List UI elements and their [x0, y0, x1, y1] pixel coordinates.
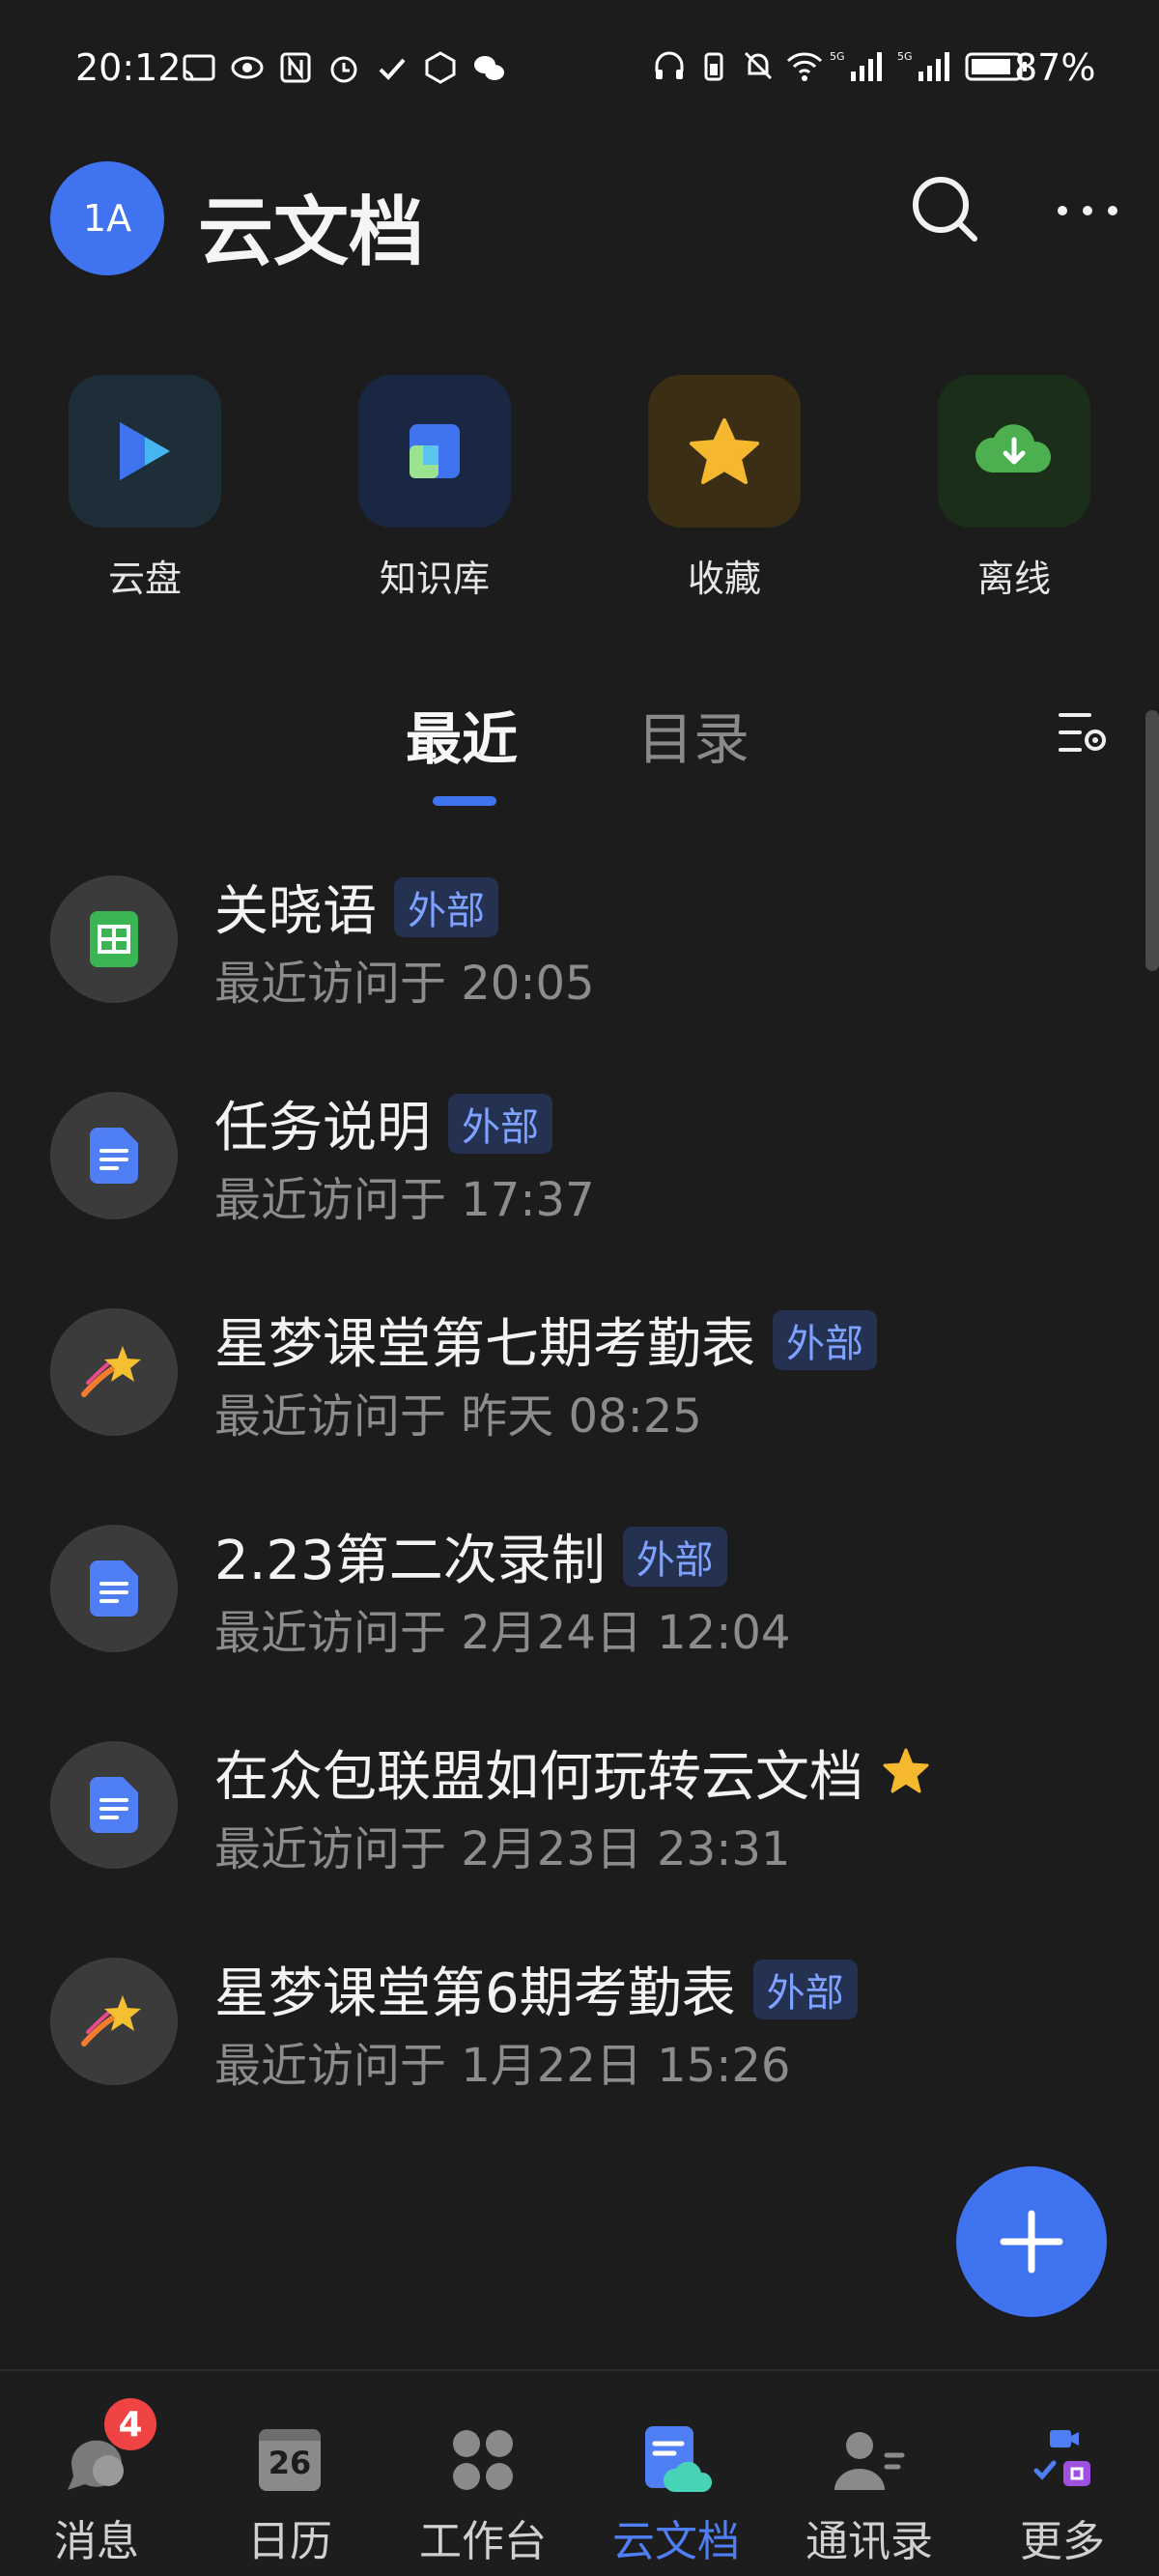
document-row[interactable]: 任务说明 外部 最近访问于 17:37: [0, 1055, 1140, 1272]
headset-battery-icon: [696, 48, 731, 83]
nav-label: 通讯录: [806, 2517, 933, 2566]
doc-icon: [50, 1092, 178, 1219]
nav-label: 消息: [54, 2517, 139, 2566]
starred-icon: [881, 1746, 931, 1800]
doc-icon: [50, 1525, 178, 1652]
document-last-visited: 最近访问于 20:05: [214, 957, 595, 1011]
quick-access-knowledge-base[interactable]: 知识库: [328, 375, 541, 607]
quick-access-label: 收藏: [687, 558, 761, 600]
calendar-icon: 26: [241, 2421, 338, 2499]
eye-icon: [230, 50, 265, 85]
document-title: 星梦课堂第6期考勤表: [214, 1962, 736, 2025]
calendar-day: 26: [268, 2445, 312, 2481]
signal-5g-icon-2: 5G: [897, 48, 955, 83]
filter-settings-icon[interactable]: [1057, 707, 1111, 758]
document-row[interactable]: 星梦课堂第6期考勤表 外部 最近访问于 1月22日 15:26: [0, 1921, 1140, 2137]
nav-label: 日历: [247, 2517, 332, 2566]
nav-messages[interactable]: 4 消息: [0, 2371, 193, 2576]
more-apps-icon: [1014, 2421, 1111, 2499]
active-tab-indicator: [433, 796, 496, 806]
svg-text:5G: 5G: [897, 50, 913, 63]
nav-contacts[interactable]: 通讯录: [773, 2371, 966, 2576]
mute-icon: [741, 48, 776, 83]
document-row[interactable]: 关晓语 外部 最近访问于 20:05: [0, 839, 1140, 1055]
alarm-icon: [326, 50, 361, 85]
status-bar: 20:12 5G 5G 87%: [0, 0, 1159, 135]
nav-workspace[interactable]: 工作台: [386, 2371, 580, 2576]
nav-label: 更多: [1020, 2517, 1105, 2566]
document-title-line: 2.23第二次录制 外部: [214, 1517, 727, 1595]
battery-percentage: 87%: [1014, 46, 1096, 89]
avatar[interactable]: 1A: [50, 161, 164, 275]
quick-access-favorites[interactable]: 收藏: [618, 375, 831, 607]
document-last-visited: 最近访问于 1月22日 15:26: [214, 2039, 791, 2093]
external-badge: 外部: [448, 1093, 552, 1154]
star-icon: [648, 375, 801, 528]
page-title: 云文档: [198, 189, 425, 276]
doc-icon: [50, 1741, 178, 1869]
document-title: 关晓语: [214, 880, 377, 943]
document-title-line: 在众包联盟如何玩转云文档: [214, 1733, 931, 1812]
nav-label: 工作台: [419, 2517, 547, 2566]
document-title-line: 任务说明 外部: [214, 1084, 552, 1162]
status-time: 20:12: [75, 46, 182, 89]
external-badge: 外部: [773, 1309, 877, 1370]
quick-access-label: 离线: [976, 558, 1051, 600]
status-system-icons: 5G 5G: [652, 48, 1029, 83]
offline-download-icon: [938, 375, 1090, 528]
document-title-line: 关晓语 外部: [214, 868, 498, 946]
nav-calendar[interactable]: 26 日历: [193, 2371, 386, 2576]
headphones-icon: [652, 48, 687, 83]
cloud-doc-icon: [628, 2421, 724, 2499]
scrollbar[interactable]: [1145, 710, 1159, 971]
wifi-icon: [785, 48, 823, 83]
nfc-icon: [278, 50, 313, 85]
shooting-star-icon: [50, 1308, 178, 1436]
nav-cloud-docs[interactable]: 云文档: [580, 2371, 773, 2576]
nav-label: 云文档: [612, 2517, 740, 2566]
quick-access-cloud-disk[interactable]: 云盘: [39, 375, 251, 607]
contacts-icon: [821, 2421, 918, 2499]
tab-directory[interactable]: 目录: [637, 694, 749, 775]
unread-count-badge: 4: [104, 2398, 156, 2450]
plus-icon: [1000, 2210, 1063, 2274]
tab-recent[interactable]: 最近: [406, 694, 518, 775]
svg-text:5G: 5G: [830, 50, 845, 63]
document-title-line: 星梦课堂第6期考勤表 外部: [214, 1950, 858, 2028]
document-last-visited: 最近访问于 2月23日 23:31: [214, 1822, 791, 1876]
wechat-icon: [471, 50, 506, 85]
document-last-visited: 最近访问于 2月24日 12:04: [214, 1606, 791, 1660]
quick-access-label: 云盘: [107, 558, 182, 600]
external-badge: 外部: [752, 1959, 858, 2019]
hand-icon: [423, 50, 458, 85]
more-options-icon[interactable]: [1053, 193, 1122, 228]
cloud-disk-icon: [69, 375, 221, 528]
document-title-line: 星梦课堂第七期考勤表 外部: [214, 1301, 877, 1379]
document-title: 星梦课堂第七期考勤表: [214, 1313, 755, 1376]
workspace-grid-icon: [435, 2421, 531, 2499]
document-title: 在众包联盟如何玩转云文档: [214, 1746, 863, 1809]
document-last-visited: 最近访问于 17:37: [214, 1173, 595, 1227]
document-row[interactable]: 星梦课堂第七期考勤表 外部 最近访问于 昨天 08:25: [0, 1272, 1140, 1488]
status-notification-icons: [182, 50, 506, 85]
create-new-button[interactable]: [956, 2166, 1107, 2317]
document-row[interactable]: 在众包联盟如何玩转云文档 最近访问于 2月23日 23:31: [0, 1704, 1140, 1921]
document-title: 2.23第二次录制: [214, 1530, 606, 1592]
search-icon[interactable]: [908, 172, 981, 245]
document-last-visited: 最近访问于 昨天 08:25: [214, 1389, 702, 1444]
external-badge: 外部: [394, 876, 498, 937]
sheet-icon: [50, 875, 178, 1003]
nav-more[interactable]: 更多: [966, 2371, 1159, 2576]
quick-access-offline[interactable]: 离线: [908, 375, 1120, 607]
quick-access-label: 知识库: [379, 558, 490, 600]
signal-5g-icon: 5G: [830, 48, 888, 83]
document-title: 任务说明: [214, 1097, 431, 1159]
shooting-star-icon: [50, 1958, 178, 2085]
document-row[interactable]: 2.23第二次录制 外部 最近访问于 2月24日 12:04: [0, 1488, 1140, 1704]
external-badge: 外部: [622, 1526, 727, 1587]
knowledge-base-icon: [358, 375, 511, 528]
bottom-navigation: 4 消息 26 日历 工作台 云文档 通讯录 更多: [0, 2369, 1159, 2576]
cast-icon: [182, 50, 216, 85]
health-icon: [375, 50, 410, 85]
